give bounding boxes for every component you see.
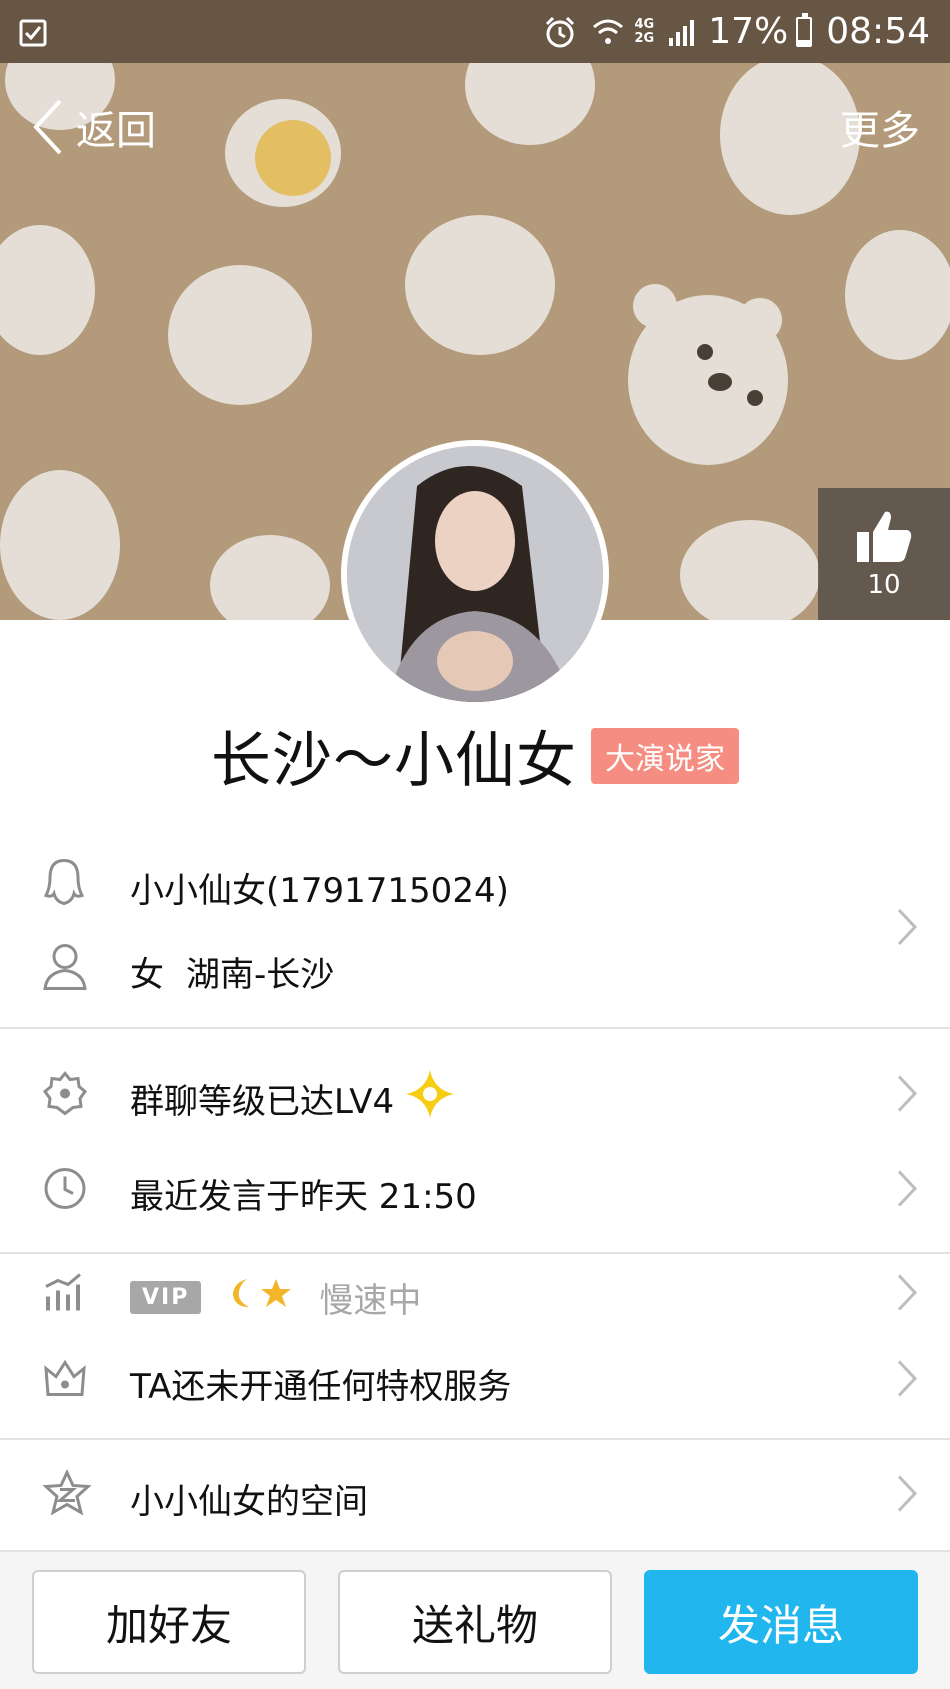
chevron-right-icon [896,1169,918,1218]
gender-text: 女 [130,954,164,995]
level-diamond-icon [404,1068,456,1129]
growth-chart-icon [42,1273,88,1322]
thumbs-up-icon [857,511,912,562]
space-row[interactable]: 小小仙女的空间 [0,1450,950,1546]
badge-star-icon [42,1071,88,1126]
back-button[interactable]: 返回 [30,97,156,157]
clock: 08:54 [826,11,930,52]
account-text: 小小仙女(1791715024) [130,870,509,911]
penguin-icon [42,858,86,917]
divider [0,1438,950,1440]
chevron-left-icon [33,99,62,155]
clock-icon [42,1166,88,1221]
group-level-text: 群聊等级已达LV4 [130,1081,395,1122]
title-badge[interactable]: 大演说家 [591,727,739,784]
crown-icon [42,1359,88,1408]
moon-icon [227,1277,259,1318]
profile-name-row: 长沙～小仙女 大演说家 [0,712,950,799]
qzone-star-icon [42,1468,92,1527]
status-bar: 4G 2G 17% 08:54 [0,0,950,63]
chevron-right-icon [896,1273,918,1322]
account-row: 小小仙女(1791715024) [0,845,950,929]
more-button[interactable]: 更多 [840,98,920,156]
avatar[interactable] [341,440,609,708]
star-icon [259,1277,293,1318]
top-nav: 返回 更多 [0,90,950,164]
add-friend-button[interactable]: 加好友 [32,1570,306,1674]
battery-percent: 17% [708,11,789,52]
send-message-button[interactable]: 发消息 [644,1570,918,1674]
vip-status: 慢速中 [319,1280,422,1321]
last-speak-row[interactable]: 最近发言于昨天 21:50 [0,1141,950,1245]
task-icon [18,16,48,57]
space-section: 小小仙女的空间 [0,1450,950,1546]
chevron-right-icon [896,1074,918,1123]
privilege-row[interactable]: TA还未开通任何特权服务 [0,1340,950,1426]
like-count: 10 [867,570,901,600]
privilege-text: TA还未开通任何特权服务 [130,1366,512,1407]
account-info-section[interactable]: 小小仙女(1791715024) 女 湖南-长沙 [0,845,950,1013]
send-gift-button[interactable]: 送礼物 [338,1570,612,1674]
last-speak-text: 最近发言于昨天 21:50 [130,1176,477,1217]
back-label: 返回 [76,108,156,154]
avatar-photo [347,446,603,702]
chevron-right-icon [896,1474,918,1523]
profile-name: 长沙～小仙女 [211,726,577,796]
vip-level-row[interactable]: VIP 慢速中 [0,1254,950,1340]
group-level-row[interactable]: 群聊等级已达LV4 [0,1055,950,1141]
battery-icon [796,12,813,47]
space-text: 小小仙女的空间 [130,1481,368,1522]
vip-tag: VIP [130,1280,202,1314]
divider [0,1027,950,1029]
chevron-right-icon [896,1359,918,1408]
location-text: 湖南-长沙 [186,954,335,995]
wifi-icon [591,17,625,47]
chevron-right-icon [896,907,918,951]
signal-icon [668,18,695,46]
group-info-section: 群聊等级已达LV4 最近发言于昨天 21:50 [0,1055,950,1245]
vip-section: VIP 慢速中 TA还未开通任何特权服务 [0,1254,950,1426]
bottom-action-bar: 加好友 送礼物 发消息 [0,1550,950,1689]
like-button[interactable]: 10 [818,488,950,620]
person-icon [42,943,88,1000]
network-indicator: 4G 2G [634,16,655,46]
alarm-icon [543,15,577,49]
basic-info-row: 女 湖南-长沙 [0,929,950,1013]
